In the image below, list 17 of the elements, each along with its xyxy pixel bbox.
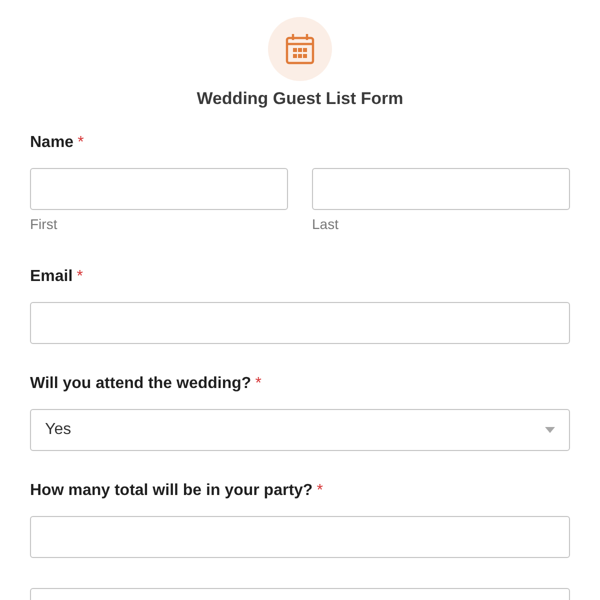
field-sublabel: First — [30, 216, 58, 232]
field-label: Name — [30, 134, 74, 151]
select-field[interactable]: Yes — [30, 409, 570, 451]
caret-icon — [545, 427, 555, 433]
field-label: Email — [30, 268, 73, 285]
text-field[interactable] — [30, 168, 288, 210]
field-sublabel: Last — [312, 216, 338, 232]
required-mark: * — [255, 375, 262, 392]
field-label: How many total will be in your party? — [30, 482, 313, 499]
required-mark: * — [78, 134, 84, 151]
text-field[interactable] — [30, 516, 570, 558]
text-field[interactable] — [312, 168, 570, 210]
required-mark: * — [316, 482, 323, 499]
text-field[interactable] — [30, 302, 570, 344]
required-mark: * — [76, 268, 83, 285]
form-title: Wedding Guest List Form — [196, 89, 404, 109]
field-label: Will you attend the wedding? — [30, 375, 252, 392]
